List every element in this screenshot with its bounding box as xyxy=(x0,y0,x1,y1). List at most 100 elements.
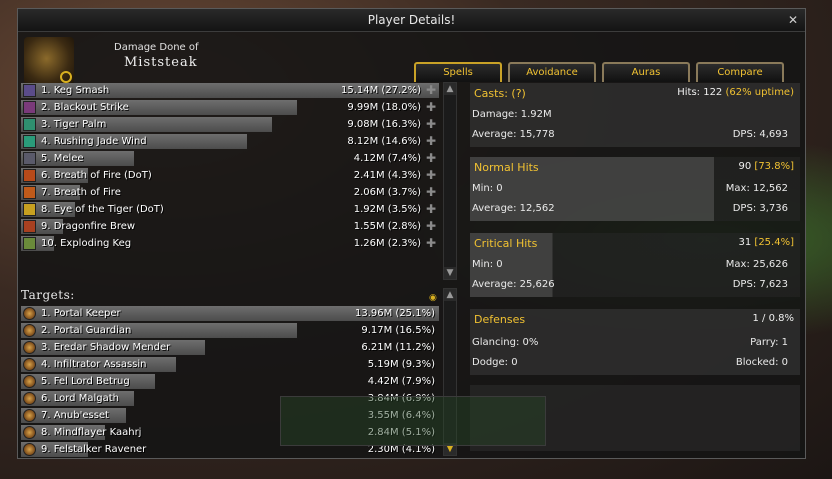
damage-done-label: Damage Done of xyxy=(114,42,199,53)
spell-name: 10. Exploding Keg xyxy=(41,238,132,249)
casts-damage: Damage: 1.92M xyxy=(472,109,552,120)
target-row[interactable]: 2. Portal Guardian 9.17M (16.5%) xyxy=(21,322,439,339)
target-value: 4.42M (7.9%) xyxy=(367,376,435,387)
target-value: 6.21M (11.2%) xyxy=(361,342,435,353)
target-name: 2. Portal Guardian xyxy=(41,325,132,336)
defenses-ratio: 1 / 0.8% xyxy=(752,313,795,324)
targets-report-icon[interactable]: ◉ xyxy=(429,293,437,303)
spell-value: 9.08M (16.3%) xyxy=(347,119,421,130)
list-item[interactable]: 4. Rushing Jade Wind 8.12M (14.6%) ✚ xyxy=(21,133,439,150)
target-value: 9.17M (16.5%) xyxy=(361,325,435,336)
spell-value: 4.12M (7.4%) xyxy=(353,153,421,164)
tab-compare[interactable]: Compare xyxy=(696,62,784,82)
window-titlebar[interactable]: Player Details! xyxy=(18,9,805,32)
normal-hits-max: Max: 12,562 xyxy=(725,183,788,194)
skull-icon xyxy=(23,324,36,337)
normal-hits-min: Min: 0 xyxy=(472,183,503,194)
spell-name: 9. Dragonfire Brew xyxy=(41,221,136,232)
list-item[interactable]: 8. Eye of the Tiger (DoT) 1.92M (3.5%) ✚ xyxy=(21,201,439,218)
target-name: 9. Felstalker Ravener xyxy=(41,444,147,455)
spell-value: 2.41M (4.3%) xyxy=(353,170,421,181)
critical-hits-count: 31 [25.4%] xyxy=(739,237,795,248)
exploding-keg-icon xyxy=(23,237,36,250)
expand-icon[interactable]: ✚ xyxy=(425,203,437,215)
critical-hits-title: Critical Hits xyxy=(474,237,538,250)
critical-hits-dps: DPS: 7,623 xyxy=(732,279,788,290)
scroll-up-icon[interactable]: ▲ xyxy=(444,83,456,95)
spell-value: 2.06M (3.7%) xyxy=(353,187,421,198)
list-item[interactable]: 3. Tiger Palm 9.08M (16.3%) ✚ xyxy=(21,116,439,133)
list-item[interactable]: 7. Breath of Fire 2.06M (3.7%) ✚ xyxy=(21,184,439,201)
expand-icon[interactable]: ✚ xyxy=(425,220,437,232)
expand-icon[interactable]: ✚ xyxy=(425,118,437,130)
normal-hits-count: 90 [73.8%] xyxy=(739,161,795,172)
keg-smash-icon xyxy=(23,84,36,97)
casts-average: Average: 15,778 xyxy=(472,129,555,140)
target-name: 3. Eredar Shadow Mender xyxy=(41,342,171,353)
list-item[interactable]: 1. Keg Smash 15.14M (27.2%) ✚ xyxy=(21,82,439,99)
spell-name: 6. Breath of Fire (DoT) xyxy=(41,170,152,181)
skull-icon xyxy=(23,392,36,405)
spell-list: 1. Keg Smash 15.14M (27.2%) ✚ 2. Blackout S… xyxy=(21,82,439,252)
defenses-panel: Defenses 1 / 0.8% Glancing: 0% Parry: 1 … xyxy=(470,309,800,375)
normal-hits-panel: Normal Hits 90 [73.8%] Min: 0 Max: 12,56… xyxy=(470,157,800,221)
spell-value: 1.26M (2.3%) xyxy=(353,238,421,249)
list-item[interactable]: 5. Melee 4.12M (7.4%) ✚ xyxy=(21,150,439,167)
scroll-up-icon[interactable]: ▲ xyxy=(444,289,456,301)
target-row[interactable]: 1. Portal Keeper 13.96M (25.1%) xyxy=(21,305,439,322)
target-name: 1. Portal Keeper xyxy=(41,308,121,319)
target-name: 6. Lord Malgath xyxy=(41,393,119,404)
tab-spells[interactable]: Spells xyxy=(414,62,502,82)
normal-hits-average: Average: 12,562 xyxy=(472,203,555,214)
avatar xyxy=(24,37,74,85)
spell-value: 8.12M (14.6%) xyxy=(347,136,421,147)
spell-name: 1. Keg Smash xyxy=(41,85,110,96)
tab-auras[interactable]: Auras xyxy=(602,62,690,82)
expand-icon[interactable]: ✚ xyxy=(425,237,437,249)
window-title: Player Details! xyxy=(367,13,456,27)
spell-value: 1.92M (3.5%) xyxy=(353,204,421,215)
spell-value: 1.55M (2.8%) xyxy=(353,221,421,232)
normal-hits-number: 90 xyxy=(738,161,752,172)
skull-icon xyxy=(23,443,36,456)
expand-icon[interactable]: ✚ xyxy=(425,186,437,198)
expand-icon[interactable]: ✚ xyxy=(425,152,437,164)
background-overlay xyxy=(280,396,546,446)
defenses-dodge: Dodge: 0 xyxy=(472,357,518,368)
spell-scrollbar[interactable]: ▲ ▼ xyxy=(443,82,457,280)
spell-name: 4. Rushing Jade Wind xyxy=(41,136,147,147)
critical-hits-max: Max: 25,626 xyxy=(725,259,788,270)
list-item[interactable]: 10. Exploding Keg 1.26M (2.3%) ✚ xyxy=(21,235,439,252)
list-item[interactable]: 6. Breath of Fire (DoT) 2.41M (4.3%) ✚ xyxy=(21,167,439,184)
list-item[interactable]: 9. Dragonfire Brew 1.55M (2.8%) ✚ xyxy=(21,218,439,235)
target-name: 8. Mindflayer Kaahrj xyxy=(41,427,142,438)
expand-icon[interactable]: ✚ xyxy=(425,84,437,96)
player-name: Miststeak xyxy=(124,55,198,70)
rushing-jade-wind-icon xyxy=(23,135,36,148)
target-row[interactable]: 3. Eredar Shadow Mender 6.21M (11.2%) xyxy=(21,339,439,356)
expand-icon[interactable]: ✚ xyxy=(425,135,437,147)
list-item[interactable]: 2. Blackout Strike 9.99M (18.0%) ✚ xyxy=(21,99,439,116)
breath-of-fire-icon xyxy=(23,186,36,199)
defenses-parry: Parry: 1 xyxy=(750,337,788,348)
defenses-title: Defenses xyxy=(474,313,526,326)
spell-name: 5. Melee xyxy=(41,153,84,164)
spell-name: 2. Blackout Strike xyxy=(41,102,129,113)
close-icon[interactable]: ✕ xyxy=(785,12,801,28)
tab-avoidance[interactable]: Avoidance xyxy=(508,62,596,82)
target-name: 4. Infiltrator Assassin xyxy=(41,359,147,370)
casts-title[interactable]: Casts: (?) xyxy=(474,87,526,100)
tiger-palm-icon xyxy=(23,118,36,131)
targets-title: Targets: xyxy=(21,288,75,302)
target-row[interactable]: 5. Fel Lord Betrug 4.42M (7.9%) xyxy=(21,373,439,390)
target-row[interactable]: 4. Infiltrator Assassin 5.19M (9.3%) xyxy=(21,356,439,373)
breath-of-fire-dot-icon xyxy=(23,169,36,182)
expand-icon[interactable]: ✚ xyxy=(425,169,437,181)
spell-name: 3. Tiger Palm xyxy=(41,119,107,130)
defenses-blocked: Blocked: 0 xyxy=(735,357,788,368)
hits-label: Hits: 122 xyxy=(677,87,723,98)
expand-icon[interactable]: ✚ xyxy=(425,101,437,113)
target-value: 5.19M (9.3%) xyxy=(367,359,435,370)
scroll-down-icon[interactable]: ▼ xyxy=(444,267,456,279)
target-name: 5. Fel Lord Betrug xyxy=(41,376,130,387)
